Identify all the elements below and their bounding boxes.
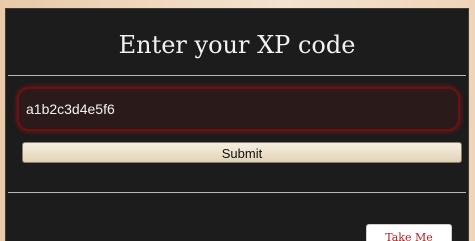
submit-button[interactable]: Submit bbox=[22, 142, 462, 163]
take-me-back-button[interactable]: Take Me back bbox=[366, 224, 452, 241]
xp-code-input-frame bbox=[17, 87, 460, 131]
xp-code-input[interactable] bbox=[26, 89, 451, 129]
divider-bottom bbox=[8, 192, 466, 193]
divider-top bbox=[8, 75, 466, 76]
xp-code-dialog: Enter your XP code Submit bbox=[5, 8, 469, 241]
dialog-title: Enter your XP code bbox=[118, 31, 356, 59]
